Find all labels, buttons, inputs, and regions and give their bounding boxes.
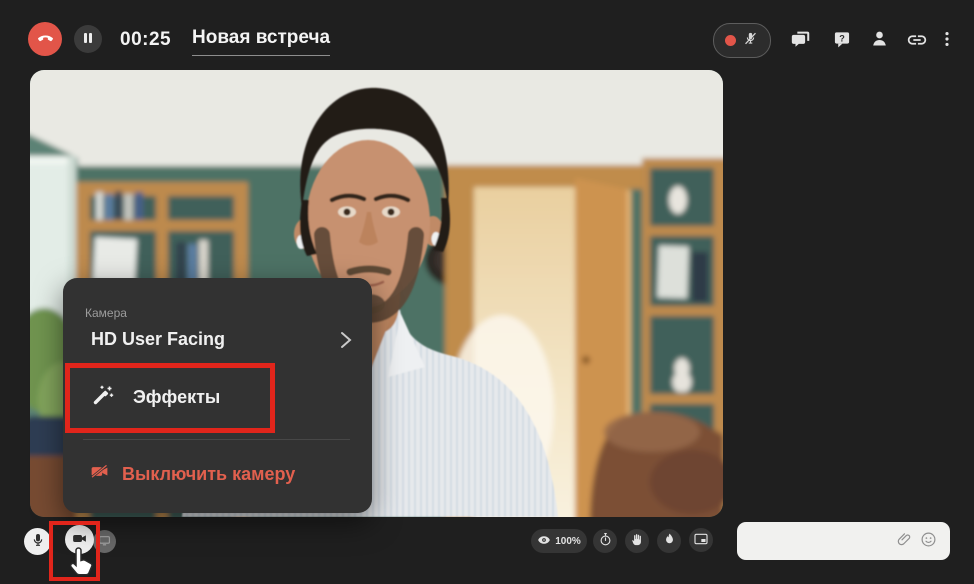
effects-label: Эффекты [133, 387, 220, 408]
raise-hand-button[interactable] [625, 529, 649, 553]
microphone-icon [30, 532, 46, 551]
more-icon [937, 29, 957, 52]
effects-menu-item[interactable]: Эффекты [85, 382, 226, 413]
turn-off-camera-label: Выключить камеру [122, 464, 295, 485]
attach-icon [896, 531, 913, 551]
hand-cursor-icon [66, 546, 96, 584]
chat-button[interactable] [788, 27, 814, 53]
flame-icon [662, 532, 677, 550]
end-call-icon [36, 28, 55, 50]
recording-indicator[interactable] [713, 23, 771, 58]
emoji-button[interactable] [916, 529, 940, 553]
record-mute-icon [742, 30, 759, 52]
meeting-window: 00:25 Новая встреча ? [0, 0, 974, 584]
magic-wand-icon [91, 383, 115, 412]
participants-icon [869, 28, 890, 52]
camera-menu-section-label: Камера [85, 306, 127, 320]
svg-text:?: ? [839, 33, 845, 43]
zoom-level-button[interactable]: 100% [531, 529, 587, 553]
turn-off-camera-item[interactable]: Выключить камеру [83, 460, 301, 488]
record-dot-icon [725, 35, 736, 46]
help-button[interactable]: ? [829, 27, 855, 53]
emoji-icon [920, 531, 937, 551]
reactions-button[interactable] [657, 529, 681, 553]
message-input[interactable] [747, 533, 892, 550]
stopwatch-button[interactable] [593, 529, 617, 553]
copy-link-button[interactable] [904, 28, 930, 54]
chat-icon [790, 28, 812, 53]
microphone-button[interactable] [24, 528, 51, 555]
menu-divider [83, 439, 350, 440]
attach-button[interactable] [892, 529, 916, 553]
camera-menu: Камера HD User Facing Эффекты Выключить … [63, 278, 372, 513]
meeting-title[interactable]: Новая встреча [192, 27, 330, 56]
participants-button[interactable] [866, 27, 892, 53]
pip-icon [693, 531, 709, 550]
camera-device-item[interactable]: HD User Facing [85, 325, 345, 353]
screen-share-button[interactable] [93, 530, 116, 553]
pause-button[interactable] [74, 25, 102, 53]
raise-hand-icon [630, 532, 645, 550]
link-icon [906, 29, 928, 54]
more-options-button[interactable] [934, 27, 960, 53]
call-timer: 00:25 [120, 29, 171, 51]
screen-share-icon [98, 534, 111, 550]
chevron-right-icon [338, 328, 354, 357]
pip-button[interactable] [689, 528, 713, 552]
end-call-button[interactable] [28, 22, 62, 56]
zoom-level-value: 100% [555, 536, 581, 547]
pause-icon [82, 32, 94, 47]
chat-message-box [737, 522, 950, 560]
camera-off-icon [89, 461, 110, 487]
stopwatch-icon [598, 532, 613, 550]
help-icon: ? [832, 29, 852, 52]
visibility-icon [537, 533, 551, 550]
